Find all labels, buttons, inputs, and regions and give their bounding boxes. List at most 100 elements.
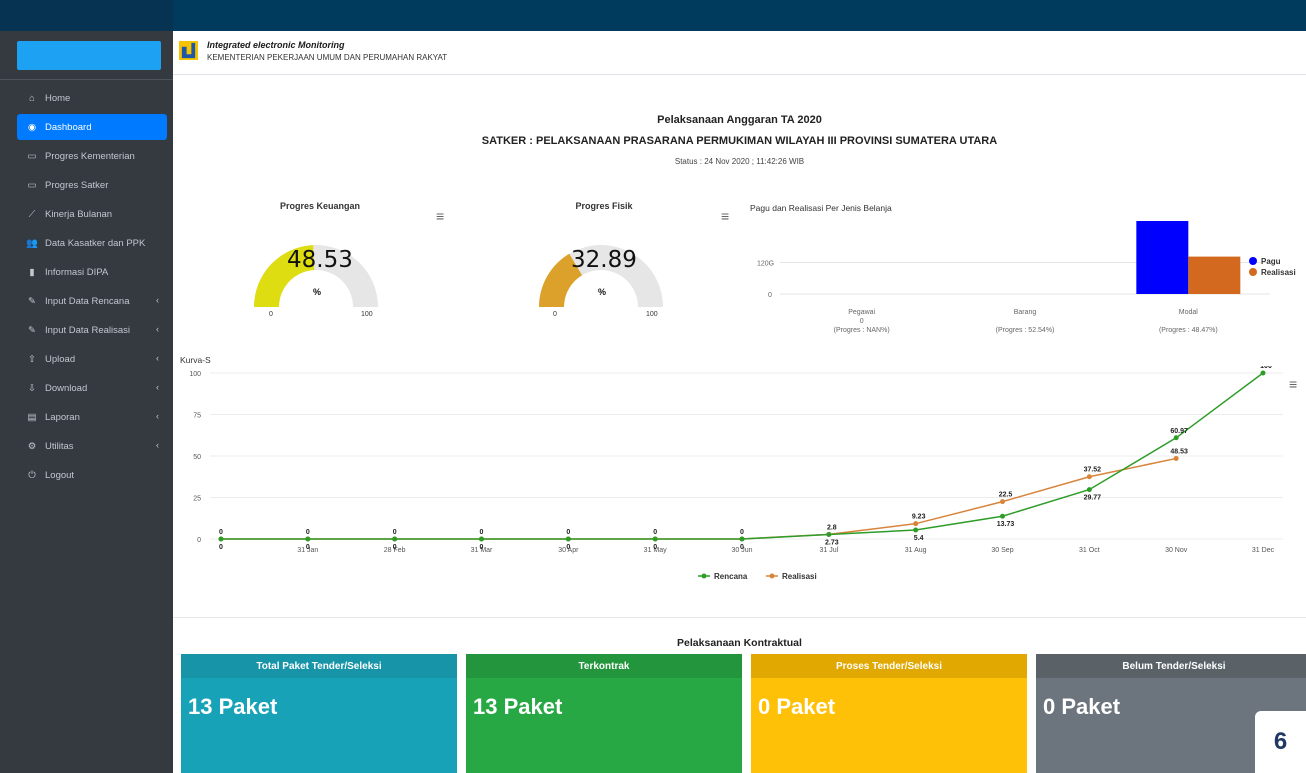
- kurva-point-rencana: [565, 536, 571, 542]
- kurva-data-label: 9.23: [912, 514, 926, 521]
- sidebar-item-label: Input Data Rencana: [45, 295, 130, 307]
- status-text: Status : 24 Nov 2020 ; 11:42:26 WIB: [674, 157, 805, 166]
- gauge-keuangan-unit: %: [313, 287, 322, 297]
- org-name: KEMENTERIAN PEKERJAAN UMUM DAN PERUMAHAN…: [207, 53, 448, 62]
- kurva-data-label: 0: [740, 544, 744, 551]
- kurva-data-label: 5.4: [914, 535, 924, 542]
- kurva-data-label: 0: [219, 529, 223, 536]
- card-header: Belum Tender/Seleksi: [1036, 654, 1306, 678]
- upload-icon: ⇧: [28, 353, 36, 365]
- sidebar-item-informasi-dipa[interactable]: ▮ Informasi DIPA: [17, 259, 167, 285]
- kurva-point-rencana: [305, 536, 311, 542]
- edit-icon: ✎: [28, 324, 36, 336]
- sidebar-item-progres-kementerian[interactable]: ▭ Progres Kementerian: [17, 143, 167, 169]
- kurva-data-label: 0: [306, 544, 310, 551]
- gauge-fisik-title: Progres Fisik: [575, 201, 633, 211]
- kurva-data-label: 2.8: [827, 524, 837, 531]
- sidebar-item-label: Home: [45, 92, 71, 104]
- kurva-data-label: 0: [653, 544, 657, 551]
- page-subtitle: SATKER : PELAKSANAAN PRASARANA PERMUKIMA…: [481, 135, 998, 147]
- legend-marker: [701, 573, 707, 579]
- bar-panel-title: Pagu dan Realisasi Per Jenis Belanja: [750, 203, 892, 213]
- kurva-y-tick: 100: [189, 371, 201, 378]
- sidebar-item-download[interactable]: ⇩ Download ‹: [17, 375, 167, 401]
- kurva-point-rencana: [739, 536, 745, 542]
- hamburger-icon[interactable]: ≡: [721, 208, 729, 224]
- sidebar-item-label: Dashboard: [45, 121, 92, 133]
- kurva-line-realisasi: [221, 457, 1177, 540]
- bar-realisasi: [1188, 256, 1241, 294]
- hamburger-icon[interactable]: ≡: [436, 208, 444, 224]
- kurva-data-label: 0: [219, 544, 223, 551]
- bar-y-tick: 0: [768, 292, 772, 299]
- kurva-point-rencana: [1086, 487, 1092, 493]
- bar-category-label: Pegawai: [848, 309, 875, 316]
- kurva-data-label: 37.52: [1084, 467, 1102, 474]
- home-icon: ⌂: [29, 92, 35, 104]
- kurva-data-label: 0: [653, 529, 657, 536]
- gauge-fisik-max: 100: [646, 311, 658, 318]
- kurva-data-label: 2.73: [825, 539, 839, 546]
- bar-pagu: [1136, 221, 1189, 294]
- chevron-left-icon: ‹: [156, 411, 159, 421]
- sidebar: ⌂ Home ◉ Dashboard ▭ Progres Kementerian ▭ Prog…: [0, 31, 173, 773]
- line-chart-icon: ⟋: [28, 208, 36, 220]
- sidebar-item-label: Upload: [45, 353, 76, 365]
- legend-marker: [1249, 268, 1257, 276]
- legend-label: Pagu: [1261, 257, 1281, 266]
- sidebar-item-upload[interactable]: ⇧ Upload ‹: [17, 346, 167, 372]
- sidebar-item-logout[interactable]: ⏻ Logout: [17, 462, 167, 488]
- sidebar-item-label: Logout: [45, 469, 75, 481]
- card-header: Total Paket Tender/Seleksi: [181, 654, 457, 678]
- kurva-y-tick: 0: [197, 537, 201, 544]
- kurva-data-label: 29.77: [1084, 495, 1102, 502]
- kontraktual-card: Terkontrak 13 Paket: [466, 654, 742, 773]
- kurva-x-tick: 31 Jul: [819, 547, 838, 554]
- kurva-x-tick: 31 Dec: [1252, 547, 1275, 554]
- sidebar-brand[interactable]: [17, 41, 161, 70]
- sidebar-item-data-kasatker-dan-ppk[interactable]: 👥 Data Kasatker dan PPK: [17, 230, 167, 256]
- sidebar-item-label: Progres Satker: [45, 179, 109, 191]
- kurva-y-tick: 25: [193, 496, 201, 503]
- gauge-keuangan-value: 48.53: [287, 247, 353, 273]
- chevron-left-icon: ‹: [156, 382, 159, 392]
- chevron-left-icon: ‹: [156, 440, 159, 450]
- sidebar-item-input-data-rencana[interactable]: ✎ Input Data Rencana ‹: [17, 288, 167, 314]
- app-name: Integrated electronic Monitoring: [207, 40, 345, 50]
- kurva-point-rencana: [479, 536, 484, 542]
- gauge-keuangan-max: 100: [361, 311, 373, 318]
- sidebar-item-home[interactable]: ⌂ Home: [17, 85, 167, 111]
- chevron-left-icon: ‹: [156, 324, 159, 334]
- card-value: 0 Paket: [758, 694, 836, 719]
- kurva-data-label: 0: [566, 529, 570, 536]
- sidebar-item-laporan[interactable]: ▤ Laporan ‹: [17, 404, 167, 430]
- sidebar-item-utilitas[interactable]: ⚙ Utilitas ‹: [17, 433, 167, 459]
- kurva-y-tick: 50: [193, 454, 201, 461]
- kurva-data-label: 0: [393, 529, 397, 536]
- gauge-keuangan-min: 0: [269, 311, 273, 318]
- kurva-x-tick: 30 Sep: [991, 547, 1013, 554]
- dashboard-icon: ◉: [27, 121, 37, 133]
- kurva-data-label: 0: [480, 529, 484, 536]
- kurva-data-label: 60.97: [1170, 428, 1188, 435]
- kurva-data-label: 0: [393, 544, 397, 551]
- monitor-icon: ▭: [27, 179, 37, 191]
- bar-category-label: 0: [860, 318, 864, 325]
- sidebar-item-dashboard[interactable]: ◉ Dashboard: [17, 114, 167, 140]
- sidebar-item-input-data-realisasi[interactable]: ✎ Input Data Realisasi ‹: [17, 317, 167, 343]
- monitor-icon: ▭: [27, 150, 37, 162]
- sidebar-item-label: Kinerja Bulanan: [45, 208, 113, 220]
- sidebar-item-progres-satker[interactable]: ▭ Progres Satker: [17, 172, 167, 198]
- kurva-data-label: 100: [1260, 366, 1272, 370]
- file-icon: ▮: [29, 266, 35, 278]
- file-text-icon: ▤: [27, 411, 37, 423]
- cog-icon: ⚙: [27, 440, 37, 452]
- content-header: Integrated electronic Monitoring KEMENTE…: [173, 31, 1306, 75]
- sidebar-item-label: Input Data Realisasi: [45, 324, 131, 336]
- kurva-point-realisasi: [913, 521, 919, 527]
- kurva-point-rencana: [1260, 370, 1266, 376]
- sidebar-item-kinerja-bulanan[interactable]: ⟋ Kinerja Bulanan: [17, 201, 167, 227]
- bar-category-label: (Progres : 48.47%): [1159, 327, 1218, 334]
- sidebar-item-label: Progres Kementerian: [45, 150, 135, 162]
- sidebar-item-label: Laporan: [45, 411, 80, 423]
